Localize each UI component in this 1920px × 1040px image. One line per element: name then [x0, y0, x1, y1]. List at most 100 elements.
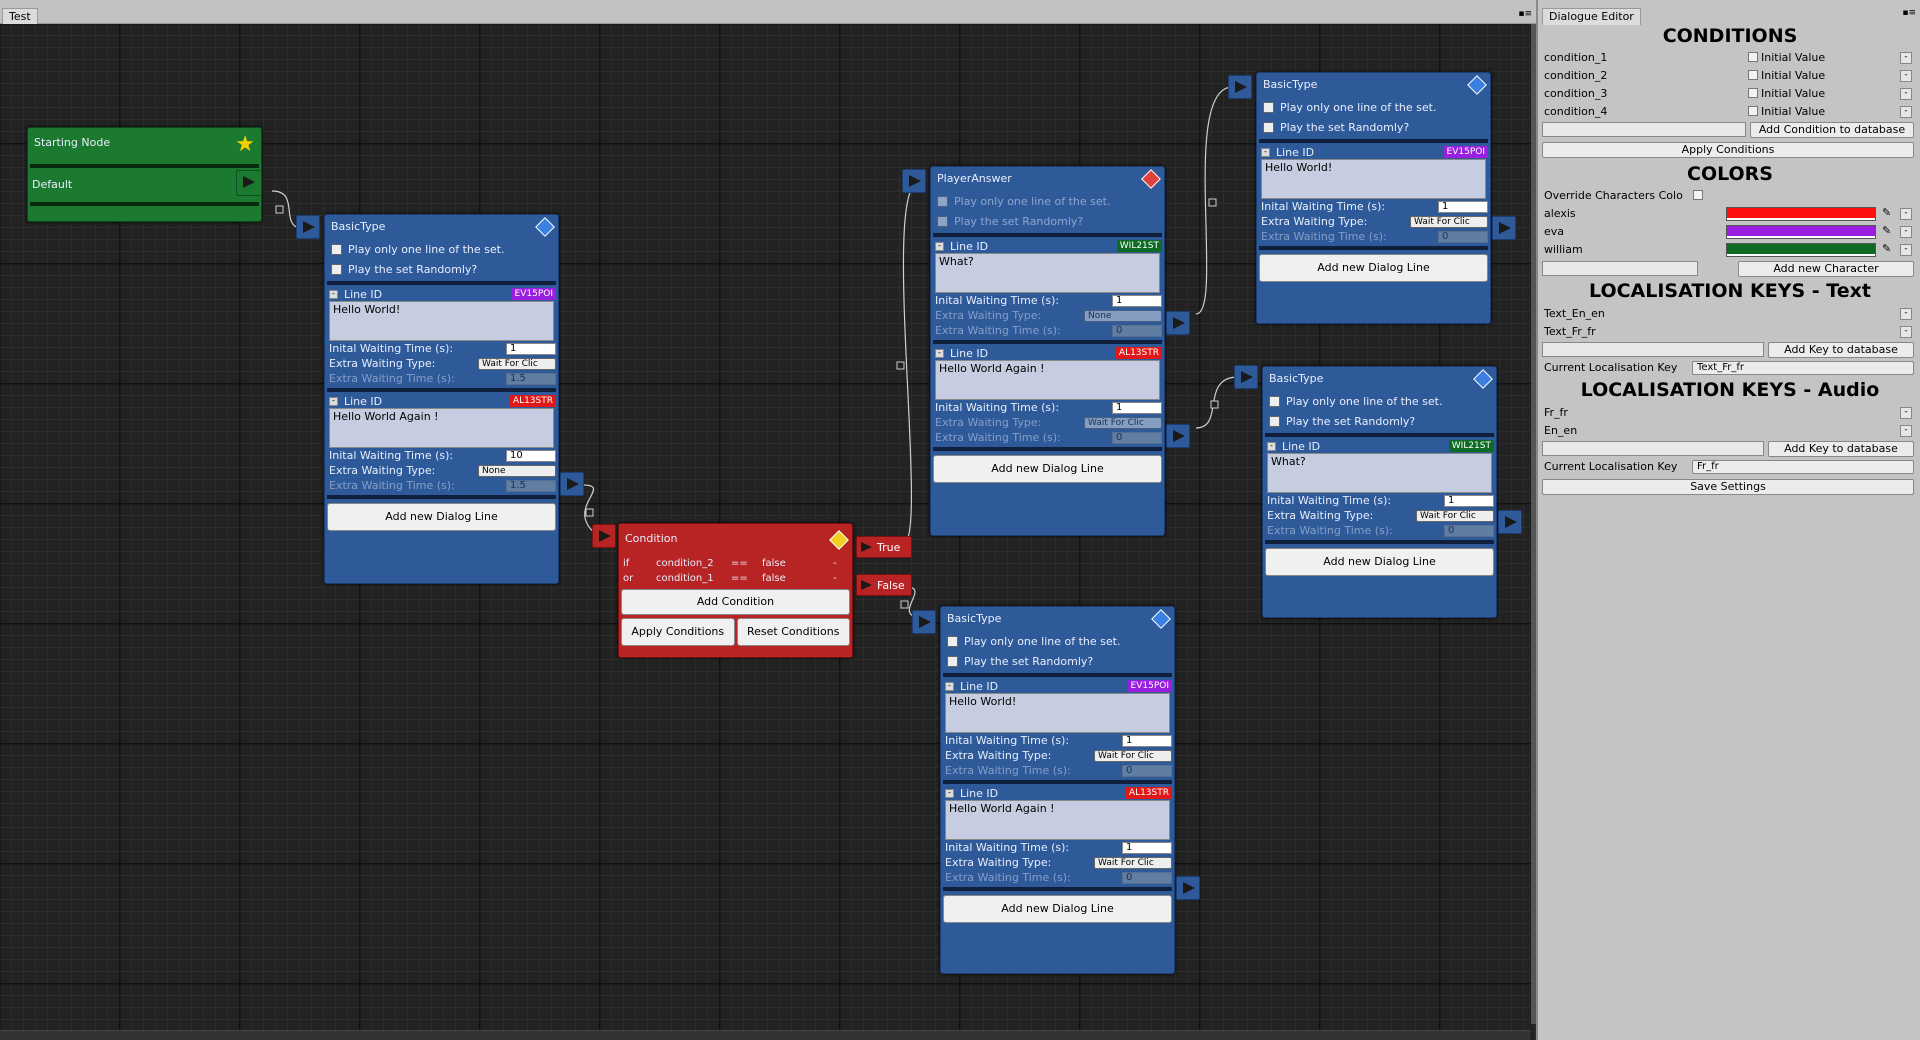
option-one-line[interactable]: Play only one line of the set.	[325, 239, 558, 259]
value-select[interactable]: false	[762, 558, 830, 569]
input-port[interactable]	[902, 169, 926, 193]
save-settings-button[interactable]: Save Settings	[1542, 479, 1914, 495]
initial-value-checkbox[interactable]	[1748, 70, 1758, 80]
false-output-port[interactable]: False	[856, 574, 912, 596]
checkbox[interactable]	[1269, 415, 1280, 427]
line-id-select[interactable]: AL13STR	[1115, 347, 1162, 359]
basic-node-1[interactable]: BasicType Play only one line of the set.…	[324, 214, 559, 584]
remove-character-button[interactable]: -	[1900, 244, 1912, 256]
collapse-button[interactable]: -	[935, 348, 944, 358]
wait-input[interactable]: 1	[1438, 200, 1488, 213]
character-color-field[interactable]	[1726, 207, 1876, 221]
output-port[interactable]	[560, 472, 584, 496]
character-color-field[interactable]	[1726, 225, 1876, 239]
input-port[interactable]	[1234, 365, 1258, 389]
collapse-button[interactable]: -	[1261, 147, 1270, 157]
current-audio-key-select[interactable]: Fr_fr	[1692, 460, 1914, 474]
remove-key-button[interactable]: -	[1900, 326, 1912, 338]
line-text-area[interactable]: Hello World Again !	[945, 800, 1170, 840]
type-select[interactable]: None	[478, 464, 556, 477]
line-text-area[interactable]: Hello World!	[1261, 159, 1486, 199]
line-text-area[interactable]: Hello World!	[329, 301, 554, 341]
player-answer-node[interactable]: PlayerAnswer Play only one line of the s…	[930, 166, 1165, 536]
type-select[interactable]: Wait For Clic	[478, 357, 556, 370]
add-dialog-line-button[interactable]: Add new Dialog Line	[327, 503, 556, 531]
add-dialog-line-button[interactable]: Add new Dialog Line	[943, 895, 1172, 923]
starting-node[interactable]: Starting Node ★ Default	[27, 127, 262, 222]
output-port-line-1[interactable]	[1166, 311, 1190, 335]
remove-key-button[interactable]: -	[1900, 425, 1912, 437]
apply-conditions-button[interactable]: Apply Conditions	[1542, 142, 1914, 158]
collapse-button[interactable]: -	[945, 681, 954, 691]
checkbox[interactable]	[947, 655, 958, 667]
type-select[interactable]: Wait For Clic	[1094, 856, 1172, 869]
remove-condition-button[interactable]: -	[1900, 70, 1912, 82]
wait-input[interactable]: 1	[1444, 494, 1494, 507]
checkbox[interactable]	[1263, 101, 1274, 113]
option-one-line[interactable]: Play only one line of the set.	[1257, 97, 1490, 117]
type-select[interactable]: Wait For Clic	[1094, 749, 1172, 762]
collapse-button[interactable]: -	[329, 396, 338, 406]
output-port[interactable]	[1492, 216, 1516, 240]
collapse-button[interactable]: -	[935, 241, 944, 251]
basic-node-4[interactable]: BasicType Play only one line of the set.…	[940, 606, 1175, 974]
remove-condition-button[interactable]: -	[1900, 88, 1912, 100]
condition-select[interactable]: condition_2	[656, 558, 728, 569]
reset-conditions-button[interactable]: Reset Conditions	[736, 618, 850, 646]
character-color-field[interactable]	[1726, 243, 1876, 257]
collapse-button[interactable]: -	[329, 289, 338, 299]
initial-value-checkbox[interactable]	[1748, 52, 1758, 62]
option-random[interactable]: Play the set Randomly?	[941, 651, 1174, 671]
wait-input[interactable]: 1	[506, 342, 556, 355]
remove-button[interactable]: -	[833, 558, 845, 569]
output-port[interactable]	[1176, 876, 1200, 900]
add-dialog-line-button[interactable]: Add new Dialog Line	[1259, 254, 1488, 282]
eyedropper-icon[interactable]: ✎	[1882, 243, 1894, 255]
compare-select[interactable]: ==	[731, 573, 759, 584]
line-id-select[interactable]: WIL21ST	[1116, 240, 1162, 252]
remove-key-button[interactable]: -	[1900, 407, 1912, 419]
input-port[interactable]	[912, 610, 936, 634]
new-text-key-input[interactable]	[1542, 342, 1764, 357]
input-port[interactable]	[296, 215, 320, 239]
input-port[interactable]	[592, 524, 616, 548]
checkbox[interactable]	[331, 243, 342, 255]
compare-select[interactable]: ==	[731, 558, 759, 569]
line-text-area[interactable]: What?	[1267, 453, 1492, 493]
panel-menu-icon[interactable]: ▪≡	[1902, 8, 1916, 18]
wait-input[interactable]: 10	[506, 449, 556, 462]
line-id-select[interactable]: AL13STR	[509, 395, 556, 407]
remove-button[interactable]: -	[833, 573, 845, 584]
add-audio-key-button[interactable]: Add Key to database	[1768, 441, 1914, 457]
type-select[interactable]: Wait For Clic	[1410, 215, 1488, 228]
add-dialog-line-button[interactable]: Add new Dialog Line	[1265, 548, 1494, 576]
condition-select[interactable]: condition_1	[656, 573, 728, 584]
output-port[interactable]	[236, 170, 262, 196]
override-colors-checkbox[interactable]	[1693, 190, 1703, 200]
new-condition-input[interactable]	[1542, 122, 1746, 137]
line-id-select[interactable]: EV15POI	[1443, 146, 1488, 158]
line-text-area[interactable]: Hello World Again !	[935, 360, 1160, 400]
add-text-key-button[interactable]: Add Key to database	[1768, 342, 1914, 358]
remove-condition-button[interactable]: -	[1900, 52, 1912, 64]
checkbox[interactable]	[1269, 395, 1280, 407]
add-condition-button[interactable]: Add Condition	[621, 589, 850, 615]
line-text-area[interactable]: Hello World!	[945, 693, 1170, 733]
horizontal-scrollbar[interactable]	[0, 1030, 1530, 1040]
line-id-select[interactable]: EV15POI	[511, 288, 556, 300]
add-character-button[interactable]: Add new Character	[1738, 261, 1914, 277]
collapse-button[interactable]: -	[945, 788, 954, 798]
basic-node-3[interactable]: BasicType Play only one line of the set.…	[1262, 366, 1497, 618]
condition-node[interactable]: Condition if condition_2 == false - or c…	[618, 523, 853, 658]
checkbox[interactable]	[331, 263, 342, 275]
input-port[interactable]	[1228, 75, 1252, 99]
tab-test[interactable]: Test	[2, 8, 38, 24]
apply-conditions-button[interactable]: Apply Conditions	[621, 618, 735, 646]
basic-node-2[interactable]: BasicType Play only one line of the set.…	[1256, 72, 1491, 324]
option-one-line[interactable]: Play only one line of the set.	[941, 631, 1174, 651]
wait-input[interactable]: 1	[1122, 841, 1172, 854]
remove-condition-button[interactable]: -	[1900, 106, 1912, 118]
option-random[interactable]: Play the set Randomly?	[1263, 411, 1496, 431]
value-select[interactable]: false	[762, 573, 830, 584]
option-random[interactable]: Play the set Randomly?	[1257, 117, 1490, 137]
